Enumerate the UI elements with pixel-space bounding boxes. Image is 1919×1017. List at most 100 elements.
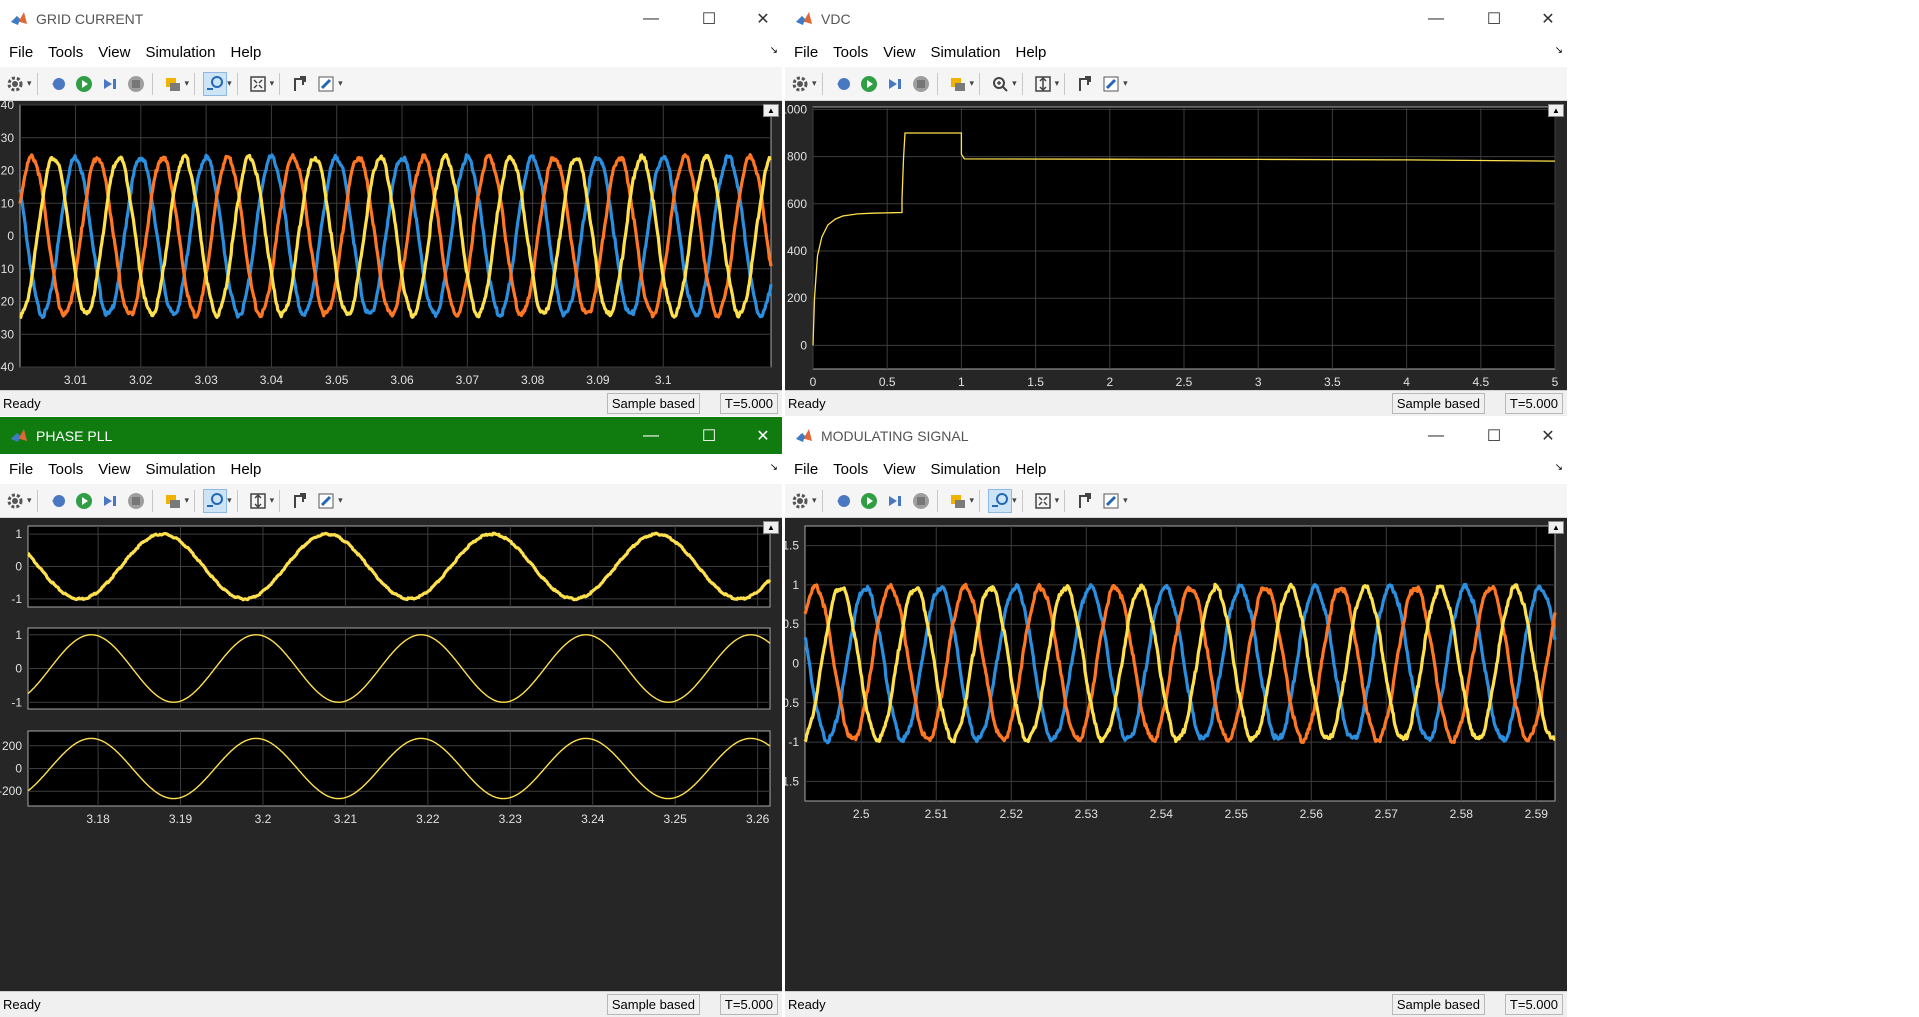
phase-pll-chart[interactable]: 1 0 -1 1 0 -1 3.18 3.19 3.2 3.21 3.22 3.23 3.24 3.25 3… xyxy=(0,518,782,992)
menu-tools[interactable]: Tools xyxy=(833,44,868,61)
undock-icon[interactable]: ▲ xyxy=(1548,104,1564,117)
settings-icon[interactable] xyxy=(4,73,26,95)
menu-help[interactable]: Help xyxy=(231,44,262,61)
step-forward-icon[interactable] xyxy=(884,73,906,95)
chevron-down-icon[interactable]: ▾ xyxy=(185,495,190,506)
chevron-down-icon[interactable]: ▾ xyxy=(812,78,817,89)
menu-tools[interactable]: Tools xyxy=(48,461,83,478)
title-bar[interactable]: MODULATING SIGNAL — ☐ ✕ xyxy=(785,417,1567,454)
menu-file[interactable]: File xyxy=(794,44,818,61)
plot-area[interactable]: 3.01 3.02 3.03 3.04 3.05 3.06 3.07 3.08 3.09 3.1 4… xyxy=(0,101,782,391)
menu-tools[interactable]: Tools xyxy=(48,44,83,61)
settings-icon[interactable] xyxy=(789,73,811,95)
menu-simulation[interactable]: Simulation xyxy=(145,461,215,478)
run-icon[interactable] xyxy=(858,73,880,95)
fit-view-icon[interactable] xyxy=(1032,490,1054,512)
chevron-down-icon[interactable]: ▾ xyxy=(27,495,32,506)
chevron-down-icon[interactable]: ▾ xyxy=(27,78,32,89)
grid-current-chart[interactable]: 3.01 3.02 3.03 3.04 3.05 3.06 3.07 3.08 3.09 3.1 4… xyxy=(0,101,782,391)
undock-icon[interactable]: ▲ xyxy=(1548,521,1564,534)
menu-simulation[interactable]: Simulation xyxy=(930,461,1000,478)
undock-icon[interactable]: ▲ xyxy=(763,521,779,534)
chevron-down-icon[interactable]: ▾ xyxy=(970,78,975,89)
chevron-down-icon[interactable]: ▾ xyxy=(812,495,817,506)
minimize-button[interactable]: — xyxy=(1405,417,1467,454)
chevron-down-icon[interactable]: ▾ xyxy=(227,495,232,506)
stop-icon[interactable] xyxy=(125,490,147,512)
chevron-down-icon[interactable]: ▾ xyxy=(1055,495,1060,506)
settings-icon[interactable] xyxy=(4,490,26,512)
menu-help[interactable]: Help xyxy=(231,461,262,478)
menu-file[interactable]: File xyxy=(9,461,33,478)
step-back-icon[interactable] xyxy=(47,490,69,512)
close-button[interactable]: ✕ xyxy=(732,0,782,37)
menu-tools[interactable]: Tools xyxy=(833,461,868,478)
menu-view[interactable]: View xyxy=(98,44,130,61)
close-button[interactable]: ✕ xyxy=(1517,417,1567,454)
vdc-chart[interactable]: 0 0.5 1 1.5 2 2.5 3 3.5 4 4.5 5 1000 800 600 400 200 0 xyxy=(785,101,1567,391)
fit-view-icon[interactable] xyxy=(247,490,269,512)
chevron-down-icon[interactable]: ▾ xyxy=(1012,495,1017,506)
step-back-icon[interactable] xyxy=(832,73,854,95)
menu-overflow-icon[interactable]: ↘ xyxy=(1555,462,1563,473)
undock-icon[interactable]: ▲ xyxy=(763,104,779,117)
cursor-measure-icon[interactable] xyxy=(289,490,311,512)
cursor-measure-icon[interactable] xyxy=(289,73,311,95)
menu-overflow-icon[interactable]: ↘ xyxy=(770,45,778,56)
menu-help[interactable]: Help xyxy=(1016,461,1047,478)
menu-file[interactable]: File xyxy=(794,461,818,478)
menu-overflow-icon[interactable]: ↘ xyxy=(770,462,778,473)
stop-icon[interactable] xyxy=(910,73,932,95)
minimize-button[interactable]: — xyxy=(1405,0,1467,37)
chevron-down-icon[interactable]: ▾ xyxy=(185,78,190,89)
maximize-button[interactable]: ☐ xyxy=(1463,0,1525,37)
menu-help[interactable]: Help xyxy=(1016,44,1047,61)
menu-view[interactable]: View xyxy=(883,44,915,61)
chevron-down-icon[interactable]: ▾ xyxy=(970,495,975,506)
highlight-icon[interactable] xyxy=(162,73,184,95)
menu-file[interactable]: File xyxy=(9,44,33,61)
title-bar[interactable]: PHASE PLL — ☐ ✕ xyxy=(0,417,782,454)
close-button[interactable]: ✕ xyxy=(732,417,782,454)
chevron-down-icon[interactable]: ▾ xyxy=(338,78,343,89)
zoom-icon[interactable] xyxy=(203,71,228,96)
minimize-button[interactable]: — xyxy=(620,0,682,37)
run-icon[interactable] xyxy=(858,490,880,512)
plot-area[interactable]: 0 0.5 1 1.5 2 2.5 3 3.5 4 4.5 5 1000 800 600 400 200 0 ▲ xyxy=(785,101,1567,391)
chevron-down-icon[interactable]: ▾ xyxy=(270,495,275,506)
menu-simulation[interactable]: Simulation xyxy=(145,44,215,61)
menu-overflow-icon[interactable]: ↘ xyxy=(1555,45,1563,56)
menu-view[interactable]: View xyxy=(883,461,915,478)
edit-style-icon[interactable] xyxy=(315,73,337,95)
chevron-down-icon[interactable]: ▾ xyxy=(338,495,343,506)
zoom-icon[interactable] xyxy=(989,73,1011,95)
maximize-button[interactable]: ☐ xyxy=(1463,417,1525,454)
zoom-icon[interactable] xyxy=(988,488,1013,513)
chevron-down-icon[interactable]: ▾ xyxy=(1123,78,1128,89)
step-back-icon[interactable] xyxy=(47,73,69,95)
chevron-down-icon[interactable]: ▾ xyxy=(270,78,275,89)
menu-view[interactable]: View xyxy=(98,461,130,478)
highlight-icon[interactable] xyxy=(162,490,184,512)
maximize-button[interactable]: ☐ xyxy=(678,417,740,454)
run-icon[interactable] xyxy=(73,73,95,95)
fit-view-icon[interactable] xyxy=(1032,73,1054,95)
edit-style-icon[interactable] xyxy=(1100,490,1122,512)
stop-icon[interactable] xyxy=(125,73,147,95)
edit-style-icon[interactable] xyxy=(1100,73,1122,95)
run-icon[interactable] xyxy=(73,490,95,512)
modulating-signal-chart[interactable]: 2.5 2.51 2.52 2.53 2.54 2.55 2.56 2.57 2.58 2.59 1… xyxy=(785,518,1567,992)
stop-icon[interactable] xyxy=(910,490,932,512)
zoom-icon[interactable] xyxy=(203,488,228,513)
highlight-icon[interactable] xyxy=(947,73,969,95)
close-button[interactable]: ✕ xyxy=(1517,0,1567,37)
step-forward-icon[interactable] xyxy=(99,73,121,95)
highlight-icon[interactable] xyxy=(947,490,969,512)
plot-area[interactable]: 1 0 -1 1 0 -1 3.18 3.19 3.2 3.21 3.22 3.23 3.24 3.25 3… xyxy=(0,518,782,992)
menu-simulation[interactable]: Simulation xyxy=(930,44,1000,61)
chevron-down-icon[interactable]: ▾ xyxy=(1055,78,1060,89)
maximize-button[interactable]: ☐ xyxy=(678,0,740,37)
chevron-down-icon[interactable]: ▾ xyxy=(227,78,232,89)
cursor-measure-icon[interactable] xyxy=(1074,490,1096,512)
chevron-down-icon[interactable]: ▾ xyxy=(1123,495,1128,506)
